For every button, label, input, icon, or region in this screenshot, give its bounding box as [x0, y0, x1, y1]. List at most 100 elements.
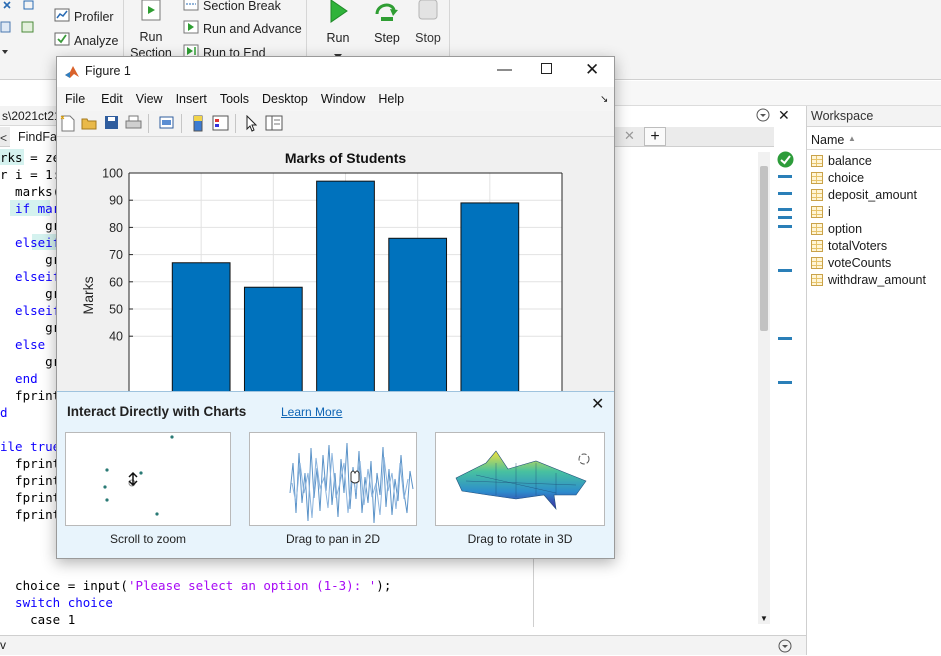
analyzer-marker[interactable]	[778, 175, 792, 178]
bar-5[interactable]	[460, 202, 520, 391]
menu-item-desktop[interactable]: Desktop	[262, 92, 308, 106]
bar-4[interactable]	[388, 237, 448, 391]
figure-menubar: File Edit View Insert Tools Desktop Window Help	[57, 87, 614, 111]
workspace-variable-row[interactable]: option	[807, 220, 862, 237]
tips-close-icon[interactable]: ✕	[591, 394, 604, 414]
workspace-variable-row[interactable]: deposit_amount	[807, 186, 917, 203]
analyzer-marker[interactable]	[778, 208, 792, 211]
bar-chart[interactable]: 40 50 60 70 80 90 100 Marks of Students Marks	[57, 137, 614, 391]
menu-item-help[interactable]: Help	[378, 92, 404, 106]
menu-item-tools[interactable]: Tools	[220, 92, 249, 106]
code-line-case: case 1	[0, 612, 76, 627]
code-line-switch: switch choice	[0, 595, 113, 610]
bar-3[interactable]	[316, 180, 375, 391]
open-file-icon[interactable]	[81, 115, 98, 134]
analyzer-marker[interactable]	[778, 216, 792, 219]
workspace-variable-row[interactable]: i	[807, 203, 831, 220]
save-icon[interactable]	[104, 115, 119, 133]
scroll-down-icon[interactable]: ▼	[760, 614, 768, 623]
analyzer-marker[interactable]	[778, 225, 792, 228]
editor-close-icon[interactable]: ✕	[778, 107, 790, 124]
code-check-ok-icon[interactable]	[777, 151, 794, 171]
figure-toolbar	[57, 111, 614, 137]
workspace-variable-row[interactable]: choice	[807, 169, 864, 186]
learn-more-link[interactable]: Learn More	[281, 405, 342, 419]
tab-scroll-left[interactable]: <	[0, 131, 7, 145]
demo-label-rotate: Drag to rotate in 3D	[467, 532, 573, 546]
minimize-icon[interactable]: —	[497, 61, 512, 78]
run-and-advance-button[interactable]: Run and Advance	[183, 20, 302, 37]
toolstrip-icons-partial[interactable]	[2, 0, 42, 14]
editor-options-icon[interactable]	[756, 108, 770, 125]
menu-item-edit[interactable]: Edit	[101, 92, 123, 106]
editor-scroll-thumb[interactable]	[760, 166, 768, 331]
profiler-button[interactable]: Profiler	[54, 7, 114, 26]
y-tick-label: 50	[109, 303, 123, 317]
workspace-variable-row[interactable]: totalVoters	[807, 237, 887, 254]
stop-button[interactable]: Stop	[411, 0, 445, 45]
new-tab-plus-icon[interactable]: +	[644, 127, 666, 146]
matlab-logo-icon	[64, 64, 80, 83]
colorbar-icon[interactable]	[191, 115, 205, 135]
menu-item-window[interactable]: Window	[321, 92, 365, 106]
command-window-options-icon[interactable]	[778, 639, 792, 656]
maximize-icon[interactable]	[541, 63, 552, 74]
analyzer-marker[interactable]	[778, 381, 792, 384]
variable-name: withdraw_amount	[828, 272, 926, 287]
analyze-button[interactable]: Analyze	[54, 31, 118, 50]
y-tick-label: 60	[109, 275, 123, 289]
toolbar-separator	[235, 114, 236, 133]
workspace-column-header[interactable]: Name ▲	[807, 128, 941, 150]
variable-array-icon	[811, 273, 823, 286]
analyzer-marker[interactable]	[778, 269, 792, 272]
dock-figure-icon[interactable]: ↘	[600, 94, 608, 105]
section-break-button[interactable]: Section Break	[183, 0, 281, 14]
menu-item-insert[interactable]: Insert	[176, 92, 207, 106]
step-label: Step	[374, 31, 400, 45]
analyzer-marker[interactable]	[778, 192, 792, 195]
code-line: gr	[0, 218, 61, 233]
edit-plot-arrow-icon[interactable]	[245, 114, 258, 135]
figure-titlebar[interactable]: Figure 1 — ✕	[57, 57, 614, 87]
analyzer-marker[interactable]	[778, 337, 792, 340]
window-close-icon[interactable]: ✕	[585, 60, 599, 80]
legend-icon[interactable]	[212, 115, 229, 134]
run-button[interactable]: Run	[321, 0, 355, 63]
code-line: d	[0, 405, 8, 420]
code-token-suffix: );	[376, 578, 392, 593]
variable-name: choice	[828, 170, 865, 185]
y-tick-label: 100	[102, 167, 123, 181]
run-icon	[326, 0, 350, 27]
y-axis-label: Marks	[80, 276, 96, 314]
workspace-variable-row[interactable]: balance	[807, 152, 872, 169]
property-inspector-icon[interactable]	[265, 115, 283, 134]
name-column-label: Name	[811, 133, 845, 147]
code-line: r i = 1:	[0, 167, 61, 182]
demo-label-zoom: Scroll to zoom	[109, 532, 187, 546]
y-tick-label: 90	[109, 194, 123, 208]
workspace-variable-row[interactable]: withdraw_amount	[807, 271, 926, 288]
close-tab-icon[interactable]: ✕	[624, 128, 635, 144]
new-figure-icon[interactable]	[60, 115, 76, 135]
menu-item-view[interactable]: View	[136, 92, 163, 106]
variable-array-icon	[811, 205, 823, 218]
menu-item-file[interactable]: File	[65, 92, 85, 106]
print-preview-icon[interactable]	[158, 115, 175, 134]
code-line: fprint	[0, 473, 61, 488]
rotate-3d-demo	[435, 432, 605, 526]
bar-2[interactable]	[243, 286, 303, 391]
bar-1[interactable]	[171, 262, 231, 391]
editor-scrollbar[interactable]: ▼	[758, 152, 770, 624]
code-line: end	[0, 371, 38, 386]
run-section-icon	[139, 0, 163, 27]
run-section-button[interactable]: Run Section	[130, 0, 172, 61]
step-button[interactable]: Step	[370, 0, 404, 45]
toolstrip-icons-partial-2[interactable]	[0, 20, 40, 36]
sort-ascending-icon[interactable]: ▲	[848, 134, 856, 143]
tab-findfa-label: FindFa	[18, 130, 57, 144]
workspace-variable-row[interactable]: voteCounts	[807, 254, 891, 271]
toolstrip-dropdown-arrow[interactable]	[2, 44, 8, 58]
run-label: Run	[326, 31, 350, 45]
print-icon[interactable]	[125, 115, 142, 134]
plot-area[interactable]: 40 50 60 70 80 90 100 Marks of Students Marks	[57, 137, 614, 391]
